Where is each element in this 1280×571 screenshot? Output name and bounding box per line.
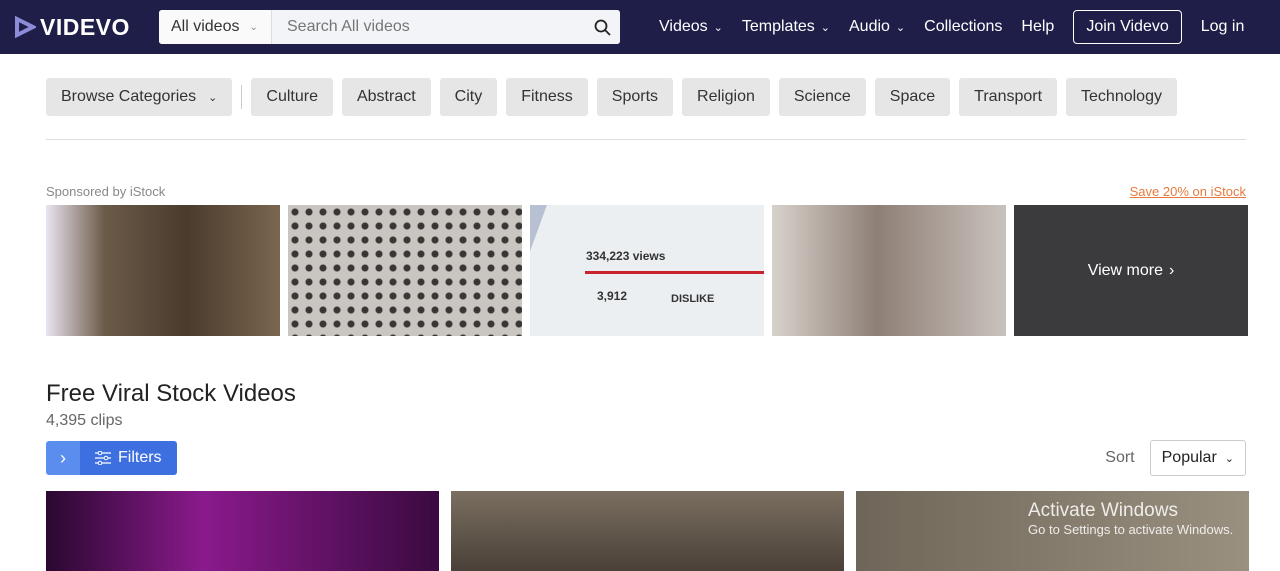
- sponsored-thumbnails: 334,223 views 3,912 DISLIKE View more ›: [46, 205, 1248, 336]
- category-transport[interactable]: Transport: [959, 78, 1058, 116]
- sponsored-thumb[interactable]: [772, 205, 1006, 336]
- sponsored-thumb[interactable]: [288, 205, 522, 336]
- search-button[interactable]: [584, 10, 620, 44]
- logo-icon: [15, 16, 36, 38]
- nav-templates[interactable]: Templates ⌄: [742, 18, 830, 36]
- category-technology[interactable]: Technology: [1066, 78, 1177, 116]
- scope-label: All videos: [171, 18, 240, 35]
- category-city[interactable]: City: [439, 78, 498, 116]
- browse-categories-button[interactable]: Browse Categories ⌄: [46, 78, 233, 116]
- video-card[interactable]: [451, 491, 844, 571]
- search-bar: All videos ⌄: [159, 10, 620, 44]
- divider: [241, 85, 243, 109]
- sponsored-thumb[interactable]: [46, 205, 280, 336]
- windows-watermark: Activate Windows Go to Settings to activ…: [1028, 500, 1234, 537]
- logo[interactable]: VIDEVO: [14, 14, 159, 41]
- sponsored-label: Sponsored by iStock: [46, 184, 166, 199]
- sliders-icon: [95, 451, 111, 465]
- header: VIDEVO All videos ⌄ Videos⌄ Templates⌄ Au…: [0, 0, 1280, 54]
- category-religion[interactable]: Religion: [682, 78, 770, 116]
- category-science[interactable]: Science: [778, 78, 866, 116]
- main-nav: Videos ⌄ Templates ⌄ Audio ⌄ Collections He…: [659, 10, 1244, 44]
- divider: [46, 139, 1246, 140]
- category-space[interactable]: Space: [874, 78, 951, 116]
- chevron-down-icon: ⌄: [208, 91, 218, 104]
- chevron-down-icon: ⌄: [820, 21, 830, 34]
- category-fitness[interactable]: Fitness: [506, 78, 588, 116]
- search-input[interactable]: [272, 10, 584, 44]
- nav-help[interactable]: Help: [1021, 18, 1054, 36]
- chevron-down-icon: ⌄: [713, 21, 723, 34]
- chevron-down-icon: ⌄: [1224, 452, 1234, 465]
- sort-control: Sort Popular ⌄: [1105, 440, 1246, 476]
- sponsored-thumb[interactable]: 334,223 views 3,912 DISLIKE: [530, 205, 764, 336]
- sort-select[interactable]: Popular ⌄: [1149, 440, 1246, 476]
- thumb-views: 334,223 views: [586, 249, 666, 263]
- chevron-right-icon[interactable]: ›: [46, 441, 80, 475]
- category-bar: Browse Categories ⌄ Culture Abstract City…: [46, 78, 1177, 116]
- nav-collections[interactable]: Collections: [924, 18, 1002, 36]
- login-link[interactable]: Log in: [1201, 18, 1245, 36]
- nav-audio[interactable]: Audio ⌄: [849, 18, 905, 36]
- sort-label: Sort: [1105, 449, 1135, 466]
- logo-text: VIDEVO: [40, 13, 130, 40]
- search-icon: [594, 19, 611, 36]
- page-title: Free Viral Stock Videos: [46, 380, 296, 407]
- search-scope-select[interactable]: All videos ⌄: [159, 10, 272, 44]
- category-culture[interactable]: Culture: [251, 78, 333, 116]
- nav-videos[interactable]: Videos ⌄: [659, 18, 723, 36]
- category-abstract[interactable]: Abstract: [341, 78, 431, 116]
- category-sports[interactable]: Sports: [596, 78, 674, 116]
- chevron-right-icon: ›: [1168, 261, 1175, 279]
- chevron-down-icon: ⌄: [249, 21, 258, 33]
- clip-count: 4,395 clips: [46, 412, 123, 429]
- thumb-dislike: DISLIKE: [671, 293, 715, 305]
- filters-label: Filters: [118, 449, 162, 466]
- video-card[interactable]: [46, 491, 439, 571]
- filters-button[interactable]: › Filters: [46, 441, 177, 475]
- istock-promo-link[interactable]: Save 20% on iStock: [1130, 184, 1246, 199]
- chevron-down-icon: ⌄: [895, 21, 906, 34]
- thumb-likes: 3,912: [597, 289, 628, 303]
- view-more-label: View more: [1087, 261, 1163, 279]
- join-button[interactable]: Join Videvo: [1073, 10, 1182, 44]
- view-more-button[interactable]: View more ›: [1014, 205, 1248, 336]
